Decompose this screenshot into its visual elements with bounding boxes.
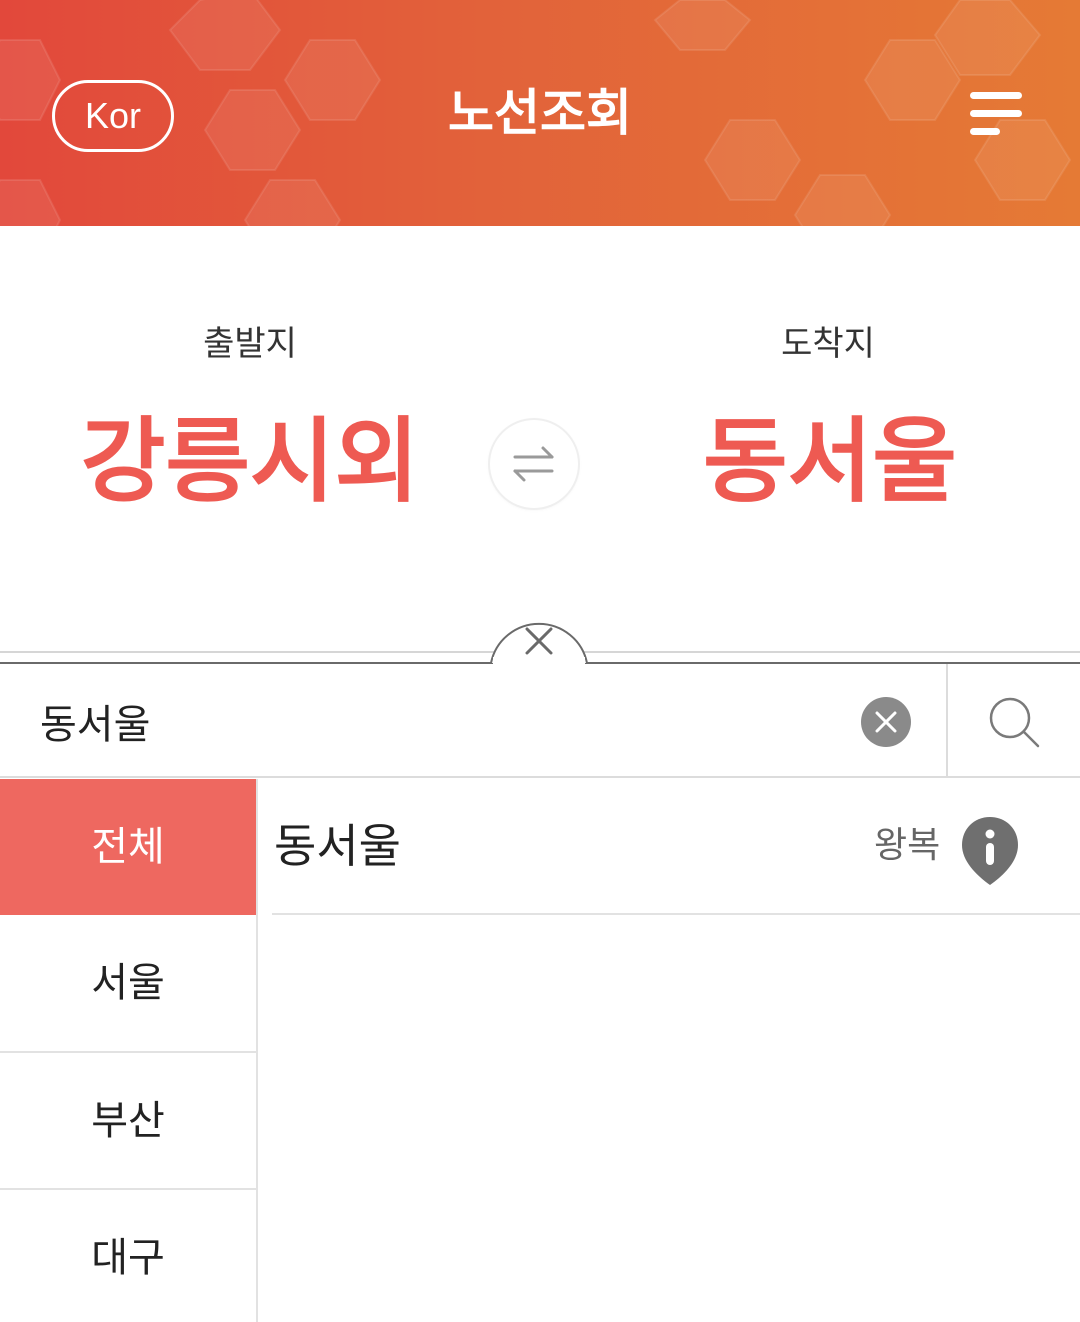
swap-route-button[interactable] — [490, 420, 578, 508]
search-button[interactable] — [948, 664, 1080, 778]
departure-value[interactable]: 강릉시외 — [30, 402, 470, 522]
arrival-value[interactable]: 동서울 — [610, 402, 1050, 522]
terminal-name: 동서울 — [274, 819, 401, 873]
route-selector: 출발지 강릉시외 도착지 동서울 — [0, 226, 1080, 656]
close-panel-button[interactable] — [489, 595, 589, 667]
clear-search-button[interactable] — [861, 697, 911, 747]
arrival-label: 도착지 — [781, 324, 875, 364]
search-icon — [989, 697, 1040, 748]
round-trip-badge: 왕복 — [874, 825, 941, 866]
swap-arrows-icon — [513, 446, 554, 482]
info-pin-icon[interactable] — [960, 815, 1020, 887]
region-item-seoul[interactable]: 서울 — [0, 915, 256, 1053]
region-item-busan[interactable]: 부산 — [0, 1053, 256, 1190]
hamburger-menu-icon[interactable] — [966, 90, 1026, 142]
clear-circle-icon — [875, 711, 897, 733]
terminal-search-bar — [0, 664, 1080, 778]
app-header: Kor 노선조회 — [0, 0, 1080, 226]
region-sidebar: 전체 서울 부산 대구 — [0, 779, 258, 1322]
region-item-all[interactable]: 전체 — [0, 779, 256, 915]
page-title: 노선조회 — [448, 84, 632, 142]
departure-label: 출발지 — [203, 324, 297, 364]
search-input[interactable] — [40, 688, 820, 754]
close-icon — [490, 622, 588, 667]
terminal-results-list: 동서울 왕복 — [258, 779, 1080, 1322]
list-item[interactable]: 동서울 왕복 — [272, 779, 1080, 915]
region-item-daegu[interactable]: 대구 — [0, 1190, 256, 1322]
